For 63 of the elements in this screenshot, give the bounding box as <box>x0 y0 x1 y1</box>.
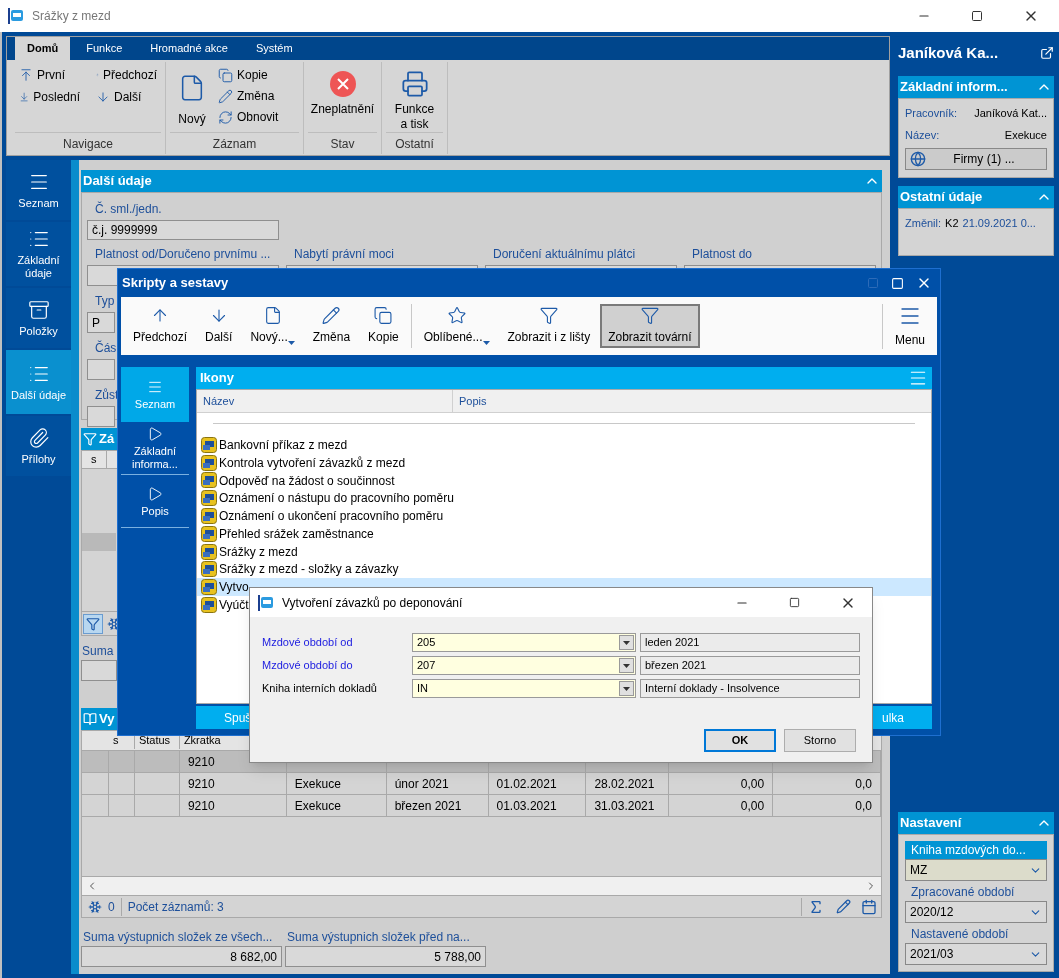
table-cell-text: 9210 <box>187 753 215 771</box>
field-label: Typ <box>95 293 115 310</box>
table-cell-text: 0,0 <box>855 797 872 815</box>
field-label: Název: <box>905 127 940 143</box>
table-cell-text: 0,00 <box>740 797 765 815</box>
field-label: Změnil: <box>905 216 942 231</box>
table-cell-text: Exekuce <box>294 775 341 793</box>
field-label: Kniha mzdových do... <box>905 841 1047 859</box>
field-label: Nastavené období <box>910 926 1010 943</box>
field-value: Janíková Kat... <box>974 106 1047 121</box>
panel-title: Ikony <box>200 369 235 388</box>
panel-title: Zá <box>99 430 115 449</box>
table-cell-text: 01.02.2021 <box>496 775 557 793</box>
panel-title: Nastavení <box>900 814 962 833</box>
field-label: Mzdové období do <box>262 658 354 674</box>
column-header: Zkratka <box>183 734 221 747</box>
column-header: Status <box>138 734 171 747</box>
description-field: leden 2021 <box>640 633 860 652</box>
field-value: 21.09.2021 0... <box>962 216 1036 231</box>
panel-title: Základní inform... <box>900 78 1008 97</box>
field-value: K2 <box>945 216 959 231</box>
window-title: Srážky z mezd <box>32 8 112 25</box>
field-label: Mzdové období od <box>262 635 354 651</box>
field-label: Čás <box>95 339 117 357</box>
table-cell-text: 0,00 <box>740 775 765 793</box>
field-label: Suma výstupnich složek ze všech... <box>83 929 274 946</box>
table-cell-text: 31.03.2021 <box>594 797 655 815</box>
description-field: Interní doklady - Insolvence <box>640 679 860 698</box>
panel-title: Další údaje <box>83 172 152 191</box>
field-label: Doručení aktuálnímu plátci <box>493 246 637 263</box>
table-cell-text: únor 2021 <box>394 775 449 793</box>
table-cell-text: 01.03.2021 <box>496 797 557 815</box>
table-cell-text: Exekuce <box>294 797 341 815</box>
status-count: 0 <box>108 897 122 916</box>
table-cell-text: 9210 <box>187 775 215 793</box>
group-label: Ostatní <box>395 135 434 153</box>
field-label: Kniha interních dokladů <box>262 681 378 697</box>
column-header: s <box>82 451 107 468</box>
group-label: Navigace <box>63 135 113 153</box>
window-title: Skripty a sestavy <box>122 274 229 293</box>
group-label: Stav <box>330 135 355 153</box>
dialog-title: Vytvoření závazků po deponování <box>282 594 464 612</box>
employee-title: Janíková Ka... <box>898 42 1000 63</box>
field-label: Nabytí právní moci <box>294 246 396 263</box>
table-cell-text: březen 2021 <box>394 797 462 815</box>
field-label: Platnost do <box>692 246 754 263</box>
panel-title: Vy <box>99 710 115 729</box>
field-label: Suma výstupnich složek před na... <box>287 929 471 946</box>
table-cell-text: 28.02.2021 <box>594 775 655 793</box>
field-label: Platnost od/Doručeno prvnímu ... <box>95 246 272 263</box>
field-label: Zůst <box>95 387 119 404</box>
field-label: Č. sml./jedn. <box>95 200 163 218</box>
field-label: Suma <box>82 643 114 660</box>
panel-title: Ostatní údaje <box>900 188 983 207</box>
field-label: Pracovník: <box>905 106 957 121</box>
group-label: Záznam <box>212 135 257 153</box>
field-label: Zpracované období <box>910 884 1016 901</box>
description-field: březen 2021 <box>640 656 860 675</box>
table-cell-text: 0,0 <box>855 775 872 793</box>
field-value: Exekuce <box>1004 127 1047 143</box>
record-count: Počet záznamů: 3 <box>121 897 802 916</box>
table-cell-text: 9210 <box>187 797 215 815</box>
column-header: s <box>112 734 119 747</box>
